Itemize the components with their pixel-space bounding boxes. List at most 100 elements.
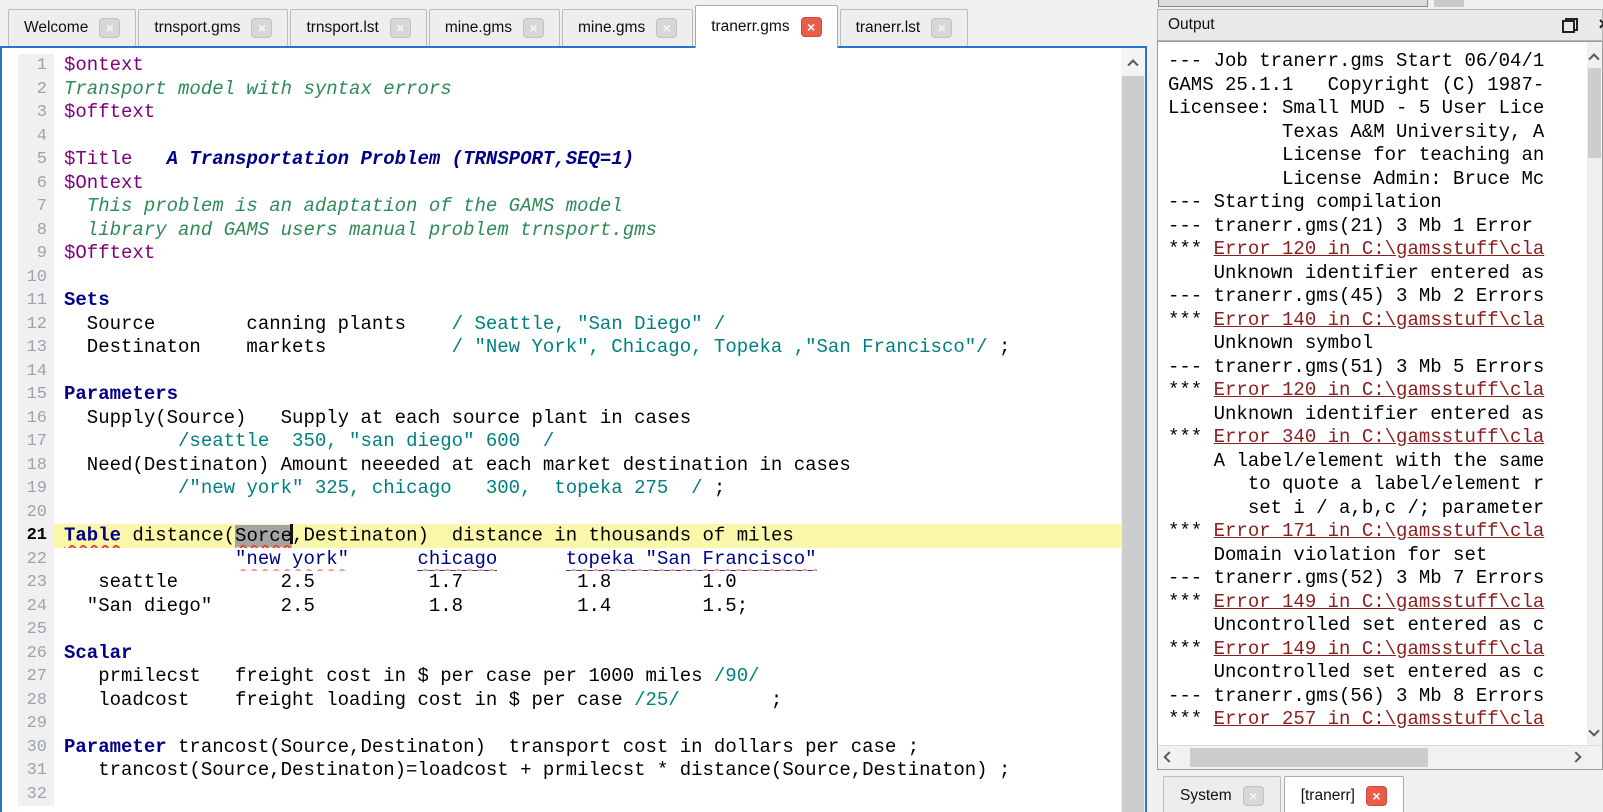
tab-close-icon[interactable]: × xyxy=(931,18,952,38)
scroll-left-arrow-icon[interactable] xyxy=(1163,751,1174,762)
undock-icon[interactable] xyxy=(1562,18,1578,33)
code-text[interactable]: prmilecst freight cost in $ per case per… xyxy=(54,665,1121,689)
output-line: *** Error 120 in C:\gamsstuff\cla xyxy=(1168,379,1587,403)
tab-tranerr.gms[interactable]: tranerr.gms × xyxy=(695,5,837,48)
code-text[interactable]: "new york" chicago topeka "San Francisco… xyxy=(54,548,1121,572)
line-number: 8 xyxy=(18,219,54,243)
output-tab-[tranerr][interactable]: [tranerr]× xyxy=(1284,776,1404,812)
close-icon[interactable]: × xyxy=(1598,14,1603,35)
code-text[interactable]: Supply(Source) Supply at each source pla… xyxy=(54,407,1121,431)
code-text[interactable]: /seattle 350, "san diego" 600 / xyxy=(54,430,1121,454)
output-line: --- Job tranerr.gms Start 06/04/1 xyxy=(1168,50,1587,74)
error-link[interactable]: Error 149 in C:\gamsstuff\cla xyxy=(1214,591,1545,613)
output-line: Unknown identifier entered as xyxy=(1168,403,1587,427)
code-text[interactable]: $Offtext xyxy=(54,242,1121,266)
code-text[interactable]: "San diego" 2.5 1.8 1.4 1.5; xyxy=(54,595,1121,619)
code-text[interactable]: /"new york" 325, chicago 300, topeka 275… xyxy=(54,477,1121,501)
tab-trnsport.gms[interactable]: trnsport.gms× xyxy=(138,9,288,46)
line-number: 26 xyxy=(18,642,54,666)
code-text[interactable] xyxy=(54,360,1121,384)
tab-close-icon[interactable]: × xyxy=(251,18,272,38)
error-link[interactable]: Error 120 in C:\gamsstuff\cla xyxy=(1214,238,1545,260)
code-text[interactable]: Scalar xyxy=(54,642,1121,666)
output-line: *** Error 149 in C:\gamsstuff\cla xyxy=(1168,638,1587,662)
error-link[interactable]: Error 171 in C:\gamsstuff\cla xyxy=(1214,520,1545,542)
output-log-text: --- Job tranerr.gms Start 06/04/1GAMS 25… xyxy=(1158,42,1587,745)
code-text[interactable]: Source canning plants / Seattle, "San Di… xyxy=(54,313,1121,337)
code-text[interactable]: Parameter trancost(Source,Destinaton) tr… xyxy=(54,736,1121,760)
tab-close-icon[interactable]: × xyxy=(1243,786,1264,806)
tab-close-icon[interactable]: × xyxy=(99,18,120,38)
error-link[interactable]: Error 140 in C:\gamsstuff\cla xyxy=(1214,309,1545,331)
tab-close-icon[interactable]: × xyxy=(1366,786,1387,806)
output-vertical-scrollbar[interactable] xyxy=(1587,42,1602,745)
code-text[interactable]: Need(Destinaton) Amount neeeded at each … xyxy=(54,454,1121,478)
code-line: 29 xyxy=(18,712,1121,736)
code-text[interactable]: $ontext xyxy=(54,54,1121,78)
code-text[interactable] xyxy=(54,712,1121,736)
tab-close-icon[interactable]: × xyxy=(656,18,677,38)
code-text[interactable]: Parameters xyxy=(54,383,1121,407)
code-text[interactable] xyxy=(54,125,1121,149)
editor-scrollbar-thumb[interactable] xyxy=(1122,76,1144,812)
code-text[interactable]: loadcost freight loading cost in $ per c… xyxy=(54,689,1121,713)
output-line: --- tranerr.gms(52) 3 Mb 7 Errors xyxy=(1168,567,1587,591)
error-link[interactable]: Error 340 in C:\gamsstuff\cla xyxy=(1214,426,1545,448)
tab-close-icon[interactable]: × xyxy=(390,18,411,38)
code-text[interactable] xyxy=(54,266,1121,290)
output-vscrollbar-thumb[interactable] xyxy=(1588,68,1601,158)
code-text[interactable]: Transport model with syntax errors xyxy=(54,78,1121,102)
line-number: 5 xyxy=(18,148,54,172)
code-text[interactable]: $offtext xyxy=(54,101,1121,125)
output-horizontal-scrollbar[interactable] xyxy=(1158,745,1602,769)
code-line: 9$Offtext xyxy=(18,242,1121,266)
scroll-up-arrow-icon[interactable] xyxy=(1121,48,1145,75)
code-line: 13 Destinaton markets / "New York", Chic… xyxy=(18,336,1121,360)
output-line: *** Error 120 in C:\gamsstuff\cla xyxy=(1168,238,1587,262)
tab-trnsport.lst[interactable]: trnsport.lst× xyxy=(290,9,426,46)
code-line: 6$Ontext xyxy=(18,172,1121,196)
output-hscrollbar-thumb[interactable] xyxy=(1190,748,1428,767)
scroll-right-arrow-icon[interactable] xyxy=(1570,751,1581,762)
code-text[interactable]: This problem is an adaptation of the GAM… xyxy=(54,195,1121,219)
editor-vertical-scrollbar[interactable] xyxy=(1121,48,1145,812)
tab-close-icon[interactable]: × xyxy=(523,18,544,38)
code-area[interactable]: 1$ontext2Transport model with syntax err… xyxy=(18,48,1121,812)
scroll-up-arrow-icon[interactable] xyxy=(1588,53,1599,64)
tab-close-icon[interactable]: × xyxy=(801,17,822,37)
output-line: *** Error 140 in C:\gamsstuff\cla xyxy=(1168,309,1587,333)
code-line: 15Parameters xyxy=(18,383,1121,407)
code-text[interactable] xyxy=(54,501,1121,525)
code-text[interactable]: trancost(Source,Destinaton)=loadcost + p… xyxy=(54,759,1121,783)
code-text[interactable]: seattle 2.5 1.7 1.8 1.0 xyxy=(54,571,1121,595)
code-line: 30Parameter trancost(Source,Destinaton) … xyxy=(18,736,1121,760)
code-line: 19 /"new york" 325, chicago 300, topeka … xyxy=(18,477,1121,501)
tab-mine.gms[interactable]: mine.gms× xyxy=(562,9,693,46)
output-line: --- tranerr.gms(51) 3 Mb 5 Errors xyxy=(1168,356,1587,380)
tab-label: Welcome xyxy=(24,19,88,37)
code-text[interactable]: Table distance(Sorce,Destinaton) distanc… xyxy=(54,524,1121,548)
line-number: 1 xyxy=(18,54,54,78)
tab-mine.gms[interactable]: mine.gms× xyxy=(429,9,560,46)
output-line: Uncontrolled set entered as c xyxy=(1168,661,1587,685)
code-text[interactable] xyxy=(54,783,1121,807)
error-link[interactable]: Error 149 in C:\gamsstuff\cla xyxy=(1214,638,1545,660)
code-line: 22 "new york" chicago topeka "San Franci… xyxy=(18,548,1121,572)
tab-tranerr.lst[interactable]: tranerr.lst× xyxy=(840,9,969,46)
output-tab-System[interactable]: System× xyxy=(1163,776,1281,812)
code-text[interactable]: Sets xyxy=(54,289,1121,313)
scroll-down-arrow-icon[interactable] xyxy=(1588,725,1599,736)
tab-Welcome[interactable]: Welcome × xyxy=(8,9,136,46)
code-line: 31 trancost(Source,Destinaton)=loadcost … xyxy=(18,759,1121,783)
line-number: 9 xyxy=(18,242,54,266)
line-number: 13 xyxy=(18,336,54,360)
code-text[interactable]: library and GAMS users manual problem tr… xyxy=(54,219,1121,243)
code-text[interactable]: $Title A Transportation Problem (TRNSPOR… xyxy=(54,148,1121,172)
error-link[interactable]: Error 257 in C:\gamsstuff\cla xyxy=(1214,708,1545,730)
error-link[interactable]: Error 120 in C:\gamsstuff\cla xyxy=(1214,379,1545,401)
code-line: 18 Need(Destinaton) Amount neeeded at ea… xyxy=(18,454,1121,478)
code-text[interactable]: Destinaton markets / "New York", Chicago… xyxy=(54,336,1121,360)
tab-label: tranerr.gms xyxy=(711,18,789,36)
code-text[interactable] xyxy=(54,618,1121,642)
code-text[interactable]: $Ontext xyxy=(54,172,1121,196)
